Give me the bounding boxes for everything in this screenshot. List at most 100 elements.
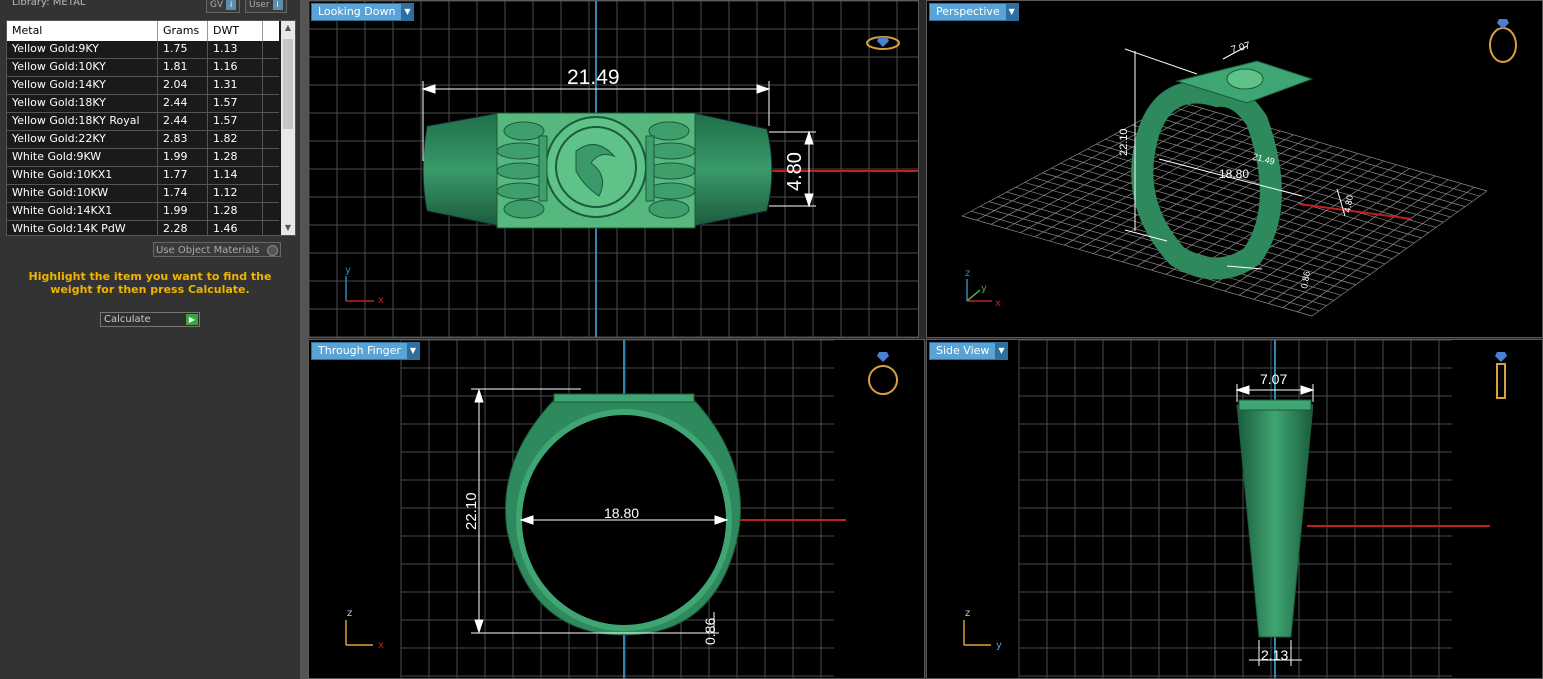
cell-dwt: 1.28	[208, 149, 263, 166]
gv-button[interactable]: GV i	[206, 0, 241, 13]
table-row[interactable]: Yellow Gold:9KY 1.75 1.13	[7, 41, 279, 59]
dim-height-label: 22.10	[1118, 128, 1130, 156]
chevron-down-icon[interactable]: ▼	[401, 4, 414, 20]
calculate-label: Calculate	[104, 314, 151, 325]
table-row[interactable]: White Gold:10KW 1.74 1.12	[7, 185, 279, 203]
dim-inner-label: 18.80	[1219, 167, 1249, 181]
viewport-label[interactable]: Looking Down ▼	[311, 3, 415, 21]
scroll-up-icon[interactable]: ▲	[281, 21, 295, 35]
looking-down-canvas: 21.49 4.80 y x	[309, 1, 918, 337]
signet-edge	[553, 393, 695, 403]
cell-metal: White Gold:14KX1	[7, 203, 158, 220]
view-cube-ring-icon[interactable]	[866, 36, 900, 50]
dim-top-label: 7.07	[1230, 40, 1252, 56]
dim-shank-label: 0.86	[702, 618, 718, 645]
cell-spacer	[263, 167, 279, 184]
cell-spacer	[263, 41, 279, 58]
cell-dwt: 1.46	[208, 221, 263, 235]
cell-dwt: 1.28	[208, 203, 263, 220]
col-metal[interactable]: Metal	[7, 21, 158, 41]
perspective-grid	[961, 100, 1488, 317]
cell-spacer	[263, 131, 279, 148]
axis-x-text: x	[378, 295, 384, 306]
chevron-down-icon[interactable]: ▼	[406, 343, 419, 359]
axis-x-text: x	[995, 298, 1001, 309]
viewport-perspective[interactable]: Perspective ▼ 7.07 22.10 18.80 21.49 4.80…	[926, 0, 1543, 338]
cell-grams: 1.81	[158, 59, 208, 76]
viewport-looking-down[interactable]: Looking Down ▼ 21.49 4.80 y x	[308, 0, 919, 338]
dim-top-label: 7.07	[1260, 371, 1287, 387]
chevron-down-icon[interactable]: ▼	[995, 343, 1008, 359]
cell-metal: White Gold:14K PdW	[7, 221, 158, 235]
cell-metal: White Gold:9KW	[7, 149, 158, 166]
cell-spacer	[263, 77, 279, 94]
viewport-side-view[interactable]: Side View ▼ 7.07 2.13 z y	[926, 339, 1543, 679]
view-cube-ring-icon[interactable]	[868, 352, 898, 395]
table-row[interactable]: White Gold:9KW 1.99 1.28	[7, 149, 279, 167]
signet-side-edge	[1238, 399, 1312, 411]
cell-spacer	[263, 149, 279, 166]
axis-z-text: z	[347, 608, 352, 619]
table-row[interactable]: White Gold:10KX1 1.77 1.14	[7, 167, 279, 185]
gv-label: GV	[210, 0, 224, 10]
viewport-through-finger[interactable]: Through Finger ▼ 22.10 18.80 0.86 z x	[308, 339, 925, 679]
dim-height-label: 22.10	[463, 492, 480, 530]
table-row[interactable]: Yellow Gold:18KY Royal 2.44 1.57	[7, 113, 279, 131]
cell-dwt: 1.12	[208, 185, 263, 202]
cell-metal: Yellow Gold:18KY Royal	[7, 113, 158, 130]
viewport-label-text: Perspective	[936, 5, 1000, 18]
axis-x-text: x	[378, 640, 384, 651]
cell-metal: Yellow Gold:22KY	[7, 131, 158, 148]
use-object-materials-toggle[interactable]: Use Object Materials	[153, 242, 281, 257]
table-row[interactable]: White Gold:14K PdW 2.28 1.46	[7, 221, 279, 235]
view-cube-ring-icon[interactable]	[1495, 352, 1507, 399]
dim-height-label: 4.80	[784, 152, 806, 191]
cell-grams: 2.28	[158, 221, 208, 235]
chevron-down-icon[interactable]: ▼	[1005, 4, 1018, 20]
viewport-grid	[1018, 340, 1452, 678]
side-view-canvas: 7.07 2.13 z y	[963, 340, 1507, 678]
hint-text: Highlight the item you want to find the …	[28, 270, 272, 296]
scroll-thumb[interactable]	[283, 39, 293, 129]
table-body: Yellow Gold:9KY 1.75 1.13 Yellow Gold:10KY 1…	[7, 41, 295, 235]
col-spacer	[263, 21, 279, 41]
table-row[interactable]: White Gold:14KX1 1.99 1.28	[7, 203, 279, 221]
table-scrollbar[interactable]: ▲ ▼	[281, 21, 295, 235]
viewport-label[interactable]: Perspective ▼	[929, 3, 1019, 21]
user-label: User	[249, 0, 270, 10]
viewport-label[interactable]: Side View ▼	[929, 342, 1009, 360]
calculate-button[interactable]: Calculate ▶	[100, 312, 200, 327]
user-button[interactable]: User i	[245, 0, 287, 13]
scroll-down-icon[interactable]: ▼	[281, 221, 295, 235]
dim-width-label: 21.49	[567, 66, 620, 89]
through-finger-canvas: 22.10 18.80 0.86 z x	[345, 340, 898, 678]
viewport-label[interactable]: Through Finger ▼	[311, 342, 420, 360]
cell-dwt: 1.31	[208, 77, 263, 94]
cell-spacer	[263, 185, 279, 202]
gv-info-icon: i	[226, 0, 237, 10]
cell-spacer	[263, 203, 279, 220]
view-cube-ring-icon[interactable]	[1489, 19, 1517, 63]
cell-dwt: 1.57	[208, 113, 263, 130]
cell-grams: 2.04	[158, 77, 208, 94]
cell-dwt: 1.82	[208, 131, 263, 148]
cell-grams: 1.99	[158, 149, 208, 166]
viewport-label-text: Through Finger	[318, 344, 401, 357]
cell-grams: 1.77	[158, 167, 208, 184]
table-row[interactable]: Yellow Gold:18KY 2.44 1.57	[7, 95, 279, 113]
use-object-materials-label: Use Object Materials	[156, 245, 260, 256]
col-dwt[interactable]: DWT	[208, 21, 263, 41]
table-row[interactable]: Yellow Gold:10KY 1.81 1.16	[7, 59, 279, 77]
cell-metal: White Gold:10KW	[7, 185, 158, 202]
axis-triad: z x y	[965, 268, 1001, 309]
metal-weight-panel: Library: METAL GV i User i Metal Grams DWT…	[0, 0, 300, 679]
axis-triad: z y	[963, 608, 1002, 651]
cell-spacer	[263, 95, 279, 112]
table-row[interactable]: Yellow Gold:22KY 2.83 1.82	[7, 131, 279, 149]
panel-divider[interactable]	[300, 0, 308, 679]
col-grams[interactable]: Grams	[158, 21, 208, 41]
cell-metal: Yellow Gold:9KY	[7, 41, 158, 58]
axis-d-text: y	[981, 283, 987, 294]
table-row[interactable]: Yellow Gold:14KY 2.04 1.31	[7, 77, 279, 95]
cell-dwt: 1.16	[208, 59, 263, 76]
